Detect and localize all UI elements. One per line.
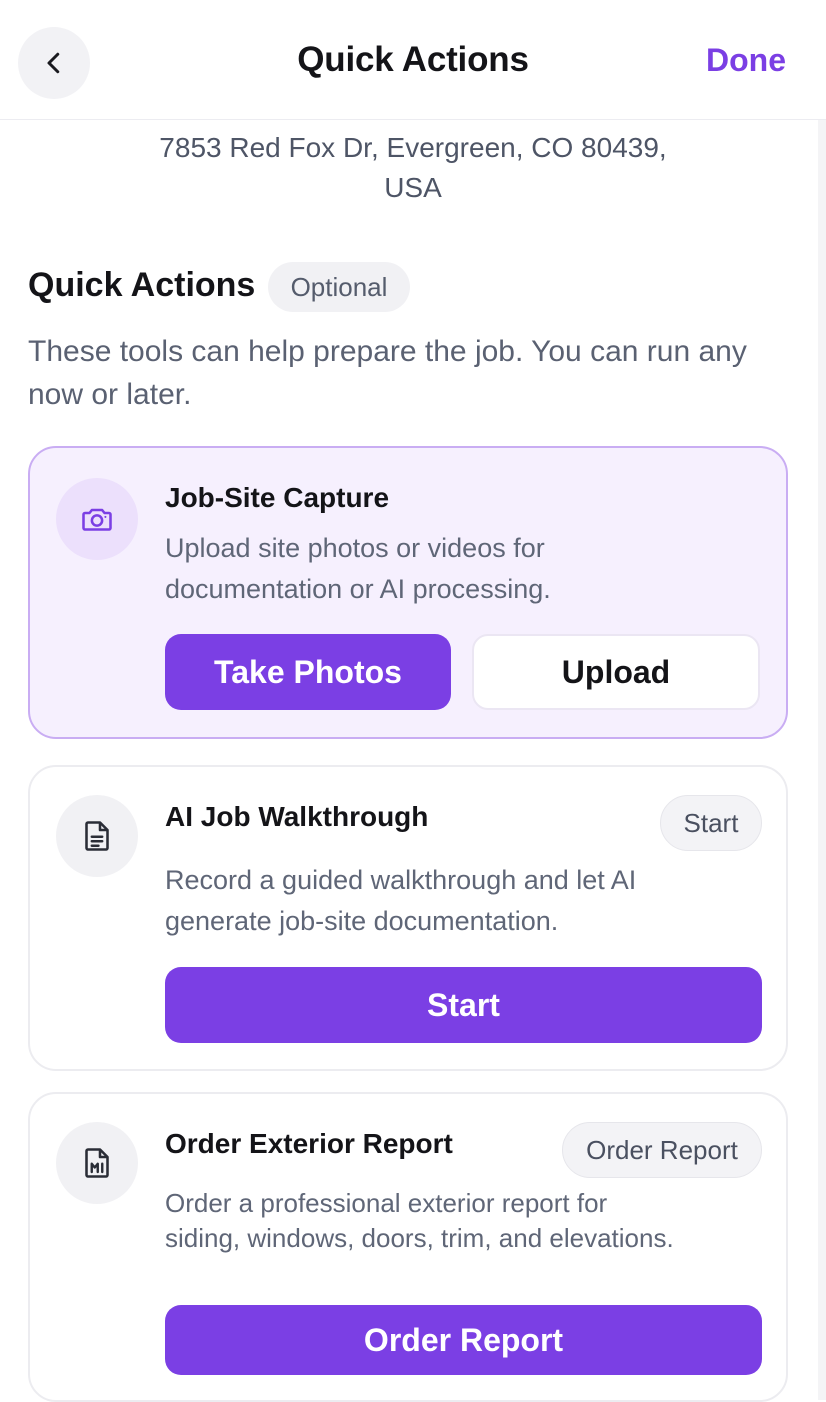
upload-button[interactable]: Upload bbox=[472, 634, 760, 710]
card-title: Order Exterior Report bbox=[165, 1128, 453, 1159]
page-title: Quick Actions bbox=[297, 40, 529, 79]
section-title: Quick Actions bbox=[28, 266, 256, 304]
done-button[interactable]: Done bbox=[706, 42, 786, 79]
report-icon-badge bbox=[56, 1122, 138, 1204]
top-bar: Quick Actions Done bbox=[0, 0, 826, 120]
order-exterior-report-card: Order Exterior Report Order Report Order… bbox=[28, 1092, 788, 1402]
document-icon-badge bbox=[56, 795, 138, 877]
job-site-capture-card: Job-Site Capture Upload site photos or v… bbox=[28, 446, 788, 739]
camera-icon-badge bbox=[56, 478, 138, 560]
card-description: Record a guided walkthrough and let AI g… bbox=[165, 865, 637, 936]
take-photos-button[interactable]: Take Photos bbox=[165, 634, 451, 710]
card-title: AI Job Walkthrough bbox=[165, 801, 429, 832]
document-icon bbox=[85, 821, 109, 851]
report-icon bbox=[85, 1148, 109, 1178]
camera-icon bbox=[82, 508, 112, 531]
start-button[interactable]: Start bbox=[165, 967, 762, 1043]
address-line-1: 7853 Red Fox Dr, Evergreen, CO 80439, bbox=[159, 132, 667, 163]
card-description: Order a professional exterior report for… bbox=[165, 1188, 674, 1253]
card-title: Job-Site Capture bbox=[165, 482, 390, 513]
address-line-2: USA bbox=[384, 172, 442, 203]
section-description: These tools can help prepare the job. Yo… bbox=[28, 335, 747, 411]
order-report-pill-button[interactable]: Order Report bbox=[562, 1122, 762, 1178]
job-address: 7853 Red Fox Dr, Evergreen, CO 80439, US… bbox=[0, 128, 826, 208]
optional-badge: Optional bbox=[268, 262, 410, 312]
card-description: Upload site photos or videos for documen… bbox=[165, 533, 551, 604]
start-pill-button[interactable]: Start bbox=[660, 795, 762, 851]
order-report-button[interactable]: Order Report bbox=[165, 1305, 762, 1375]
scrollbar[interactable] bbox=[818, 120, 826, 1400]
ai-job-walkthrough-card: AI Job Walkthrough Start Record a guided… bbox=[28, 765, 788, 1071]
